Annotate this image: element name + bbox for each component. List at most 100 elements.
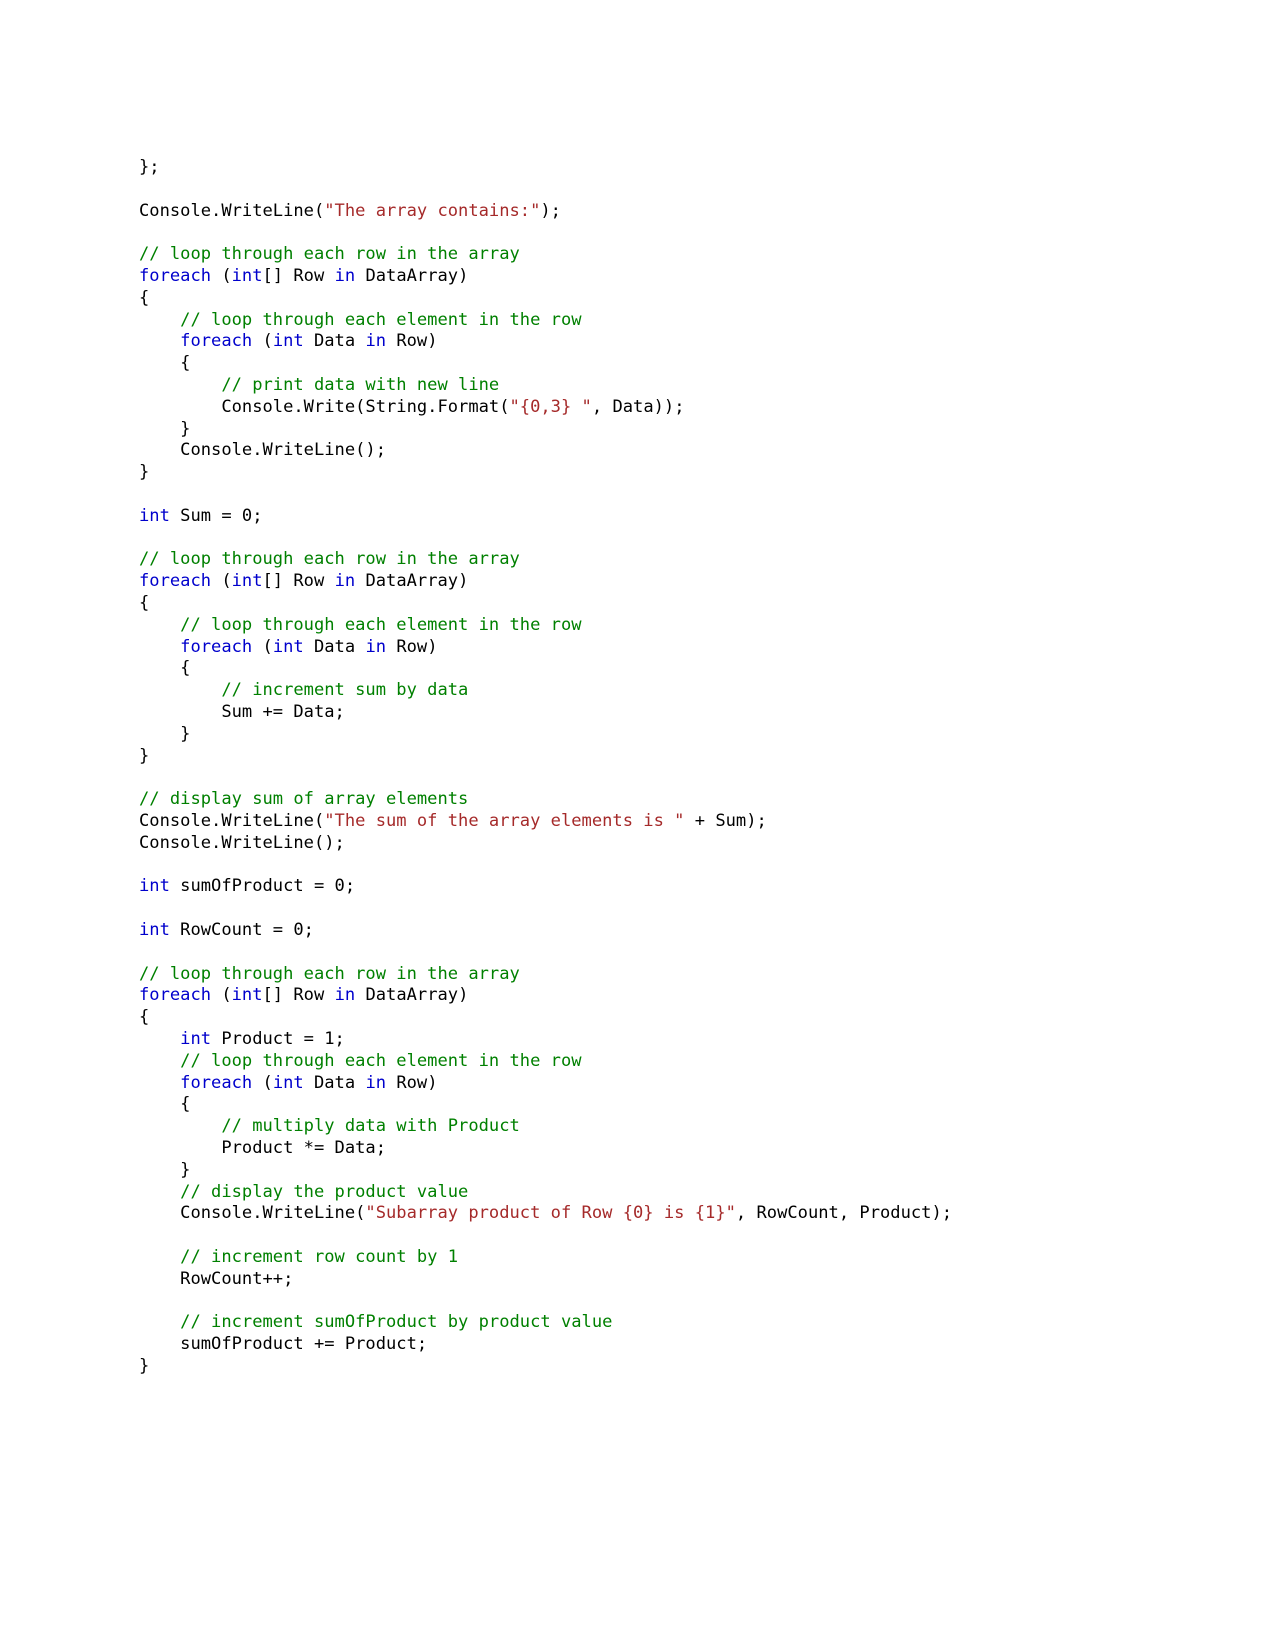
code-token-plain: , RowCount, Product); (735, 1203, 953, 1224)
code-token-comment: // loop through each element in the row (180, 614, 582, 635)
code-token-plain: Console.WriteLine( (139, 200, 325, 221)
code-token-keyword: int (272, 636, 304, 657)
code-token-plain: { (180, 353, 191, 374)
code-token-keyword: in (365, 636, 387, 657)
code-line: // loop through each element in the row (139, 310, 1235, 332)
code-token-plain: Console.WriteLine( (180, 1203, 366, 1224)
code-token-plain: Console.WriteLine(); (139, 832, 345, 853)
code-token-plain: Row) (386, 331, 438, 352)
code-token-comment: // display sum of array elements (139, 789, 469, 810)
code-line: // loop through each element in the row (139, 615, 1235, 637)
code-token-keyword: int (272, 1072, 304, 1093)
code-line: // print data with new line (139, 375, 1235, 397)
code-line: // loop through each element in the row (139, 1051, 1235, 1073)
code-token-plain: ( (252, 636, 273, 657)
code-token-plain: sumOfProduct = 0; (169, 876, 356, 897)
code-token-plain: }; (139, 157, 160, 178)
code-token-keyword: int (139, 505, 170, 526)
code-token-keyword: in (365, 331, 387, 352)
code-token-plain: } (139, 462, 150, 483)
code-token-keyword: in (365, 1072, 387, 1093)
code-token-plain: { (180, 658, 191, 679)
code-token-plain: + Sum); (684, 811, 767, 831)
code-line: // display sum of array elements (139, 789, 1235, 811)
code-token-comment: // loop through each row in the array (139, 549, 520, 570)
code-line: // loop through each row in the array (139, 549, 1235, 571)
code-token-keyword: int (139, 919, 170, 940)
code-token-string: "{0,3} " (509, 396, 592, 417)
code-token-plain: DataArray) (355, 985, 469, 1006)
code-token-plain: [] Row (262, 266, 335, 287)
code-line: Console.WriteLine("Subarray product of R… (139, 1203, 1235, 1225)
code-token-keyword: int (231, 266, 263, 287)
code-line: Console.Write(String.Format("{0,3} ", Da… (139, 397, 1235, 419)
code-token-plain: } (180, 418, 191, 439)
code-line: } (139, 1356, 1235, 1378)
code-token-plain: Data (303, 1072, 366, 1093)
code-line: Product *= Data; (139, 1138, 1235, 1160)
code-line: Console.WriteLine("The array contains:")… (139, 201, 1235, 223)
code-line: } (139, 1160, 1235, 1182)
code-token-plain: ( (211, 571, 232, 592)
code-token-plain: } (180, 723, 191, 744)
code-token-plain: Product = 1; (211, 1028, 345, 1049)
code-token-keyword: foreach (139, 571, 212, 592)
code-token-keyword: int (272, 331, 304, 352)
code-token-comment: // multiply data with Product (221, 1116, 520, 1137)
code-token-plain: { (139, 287, 150, 308)
code-line: int RowCount = 0; (139, 920, 1235, 942)
code-token-plain: RowCount = 0; (169, 919, 314, 940)
code-line: // increment row count by 1 (139, 1247, 1235, 1269)
code-token-plain: ( (211, 266, 232, 287)
code-token-plain: ( (252, 331, 273, 352)
code-token-plain: { (180, 1094, 191, 1115)
code-token-keyword: int (231, 571, 263, 592)
code-token-plain: } (139, 1355, 150, 1376)
code-line: // multiply data with Product (139, 1116, 1235, 1138)
code-line: Console.WriteLine("The sum of the array … (139, 811, 1235, 833)
code-token-keyword: int (231, 985, 263, 1006)
code-token-keyword: foreach (180, 1072, 253, 1093)
code-token-plain: Row) (386, 1072, 438, 1093)
code-token-plain: RowCount++; (180, 1268, 294, 1289)
code-token-string: "Subarray product of Row {0} is {1}" (365, 1203, 736, 1224)
code-token-string: "The array contains:" (324, 200, 541, 221)
code-token-plain: Row) (386, 636, 438, 657)
code-token-plain: ); (540, 200, 561, 221)
code-token-plain: sumOfProduct += Product; (180, 1334, 428, 1355)
code-token-plain: Console.WriteLine(); (180, 440, 386, 461)
code-token-keyword: in (334, 571, 356, 592)
code-line: // increment sum by data (139, 680, 1235, 702)
code-token-keyword: foreach (180, 636, 253, 657)
code-token-keyword: int (139, 876, 170, 897)
code-token-plain: DataArray) (355, 571, 469, 592)
code-line: { (139, 593, 1235, 615)
code-token-comment: // loop through each row in the array (139, 963, 520, 984)
code-line: sumOfProduct += Product; (139, 1334, 1235, 1356)
code-token-plain: Data (303, 331, 366, 352)
code-line: { (139, 353, 1235, 375)
code-token-plain: Console.Write(String.Format( (221, 396, 510, 417)
